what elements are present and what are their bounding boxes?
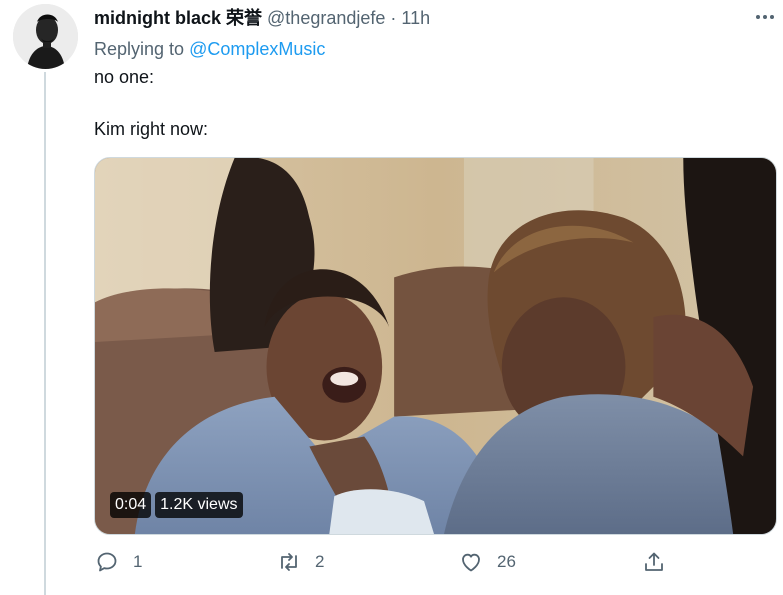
timestamp[interactable]: 11h [401, 8, 430, 28]
video-frame [95, 158, 776, 534]
retweet-button[interactable]: 2 [277, 550, 324, 574]
share-button[interactable] [642, 550, 666, 574]
like-button[interactable]: 26 [459, 550, 516, 574]
more-horizontal-icon [756, 15, 760, 19]
avatar-image [13, 4, 78, 69]
replying-to-link[interactable]: @ComplexMusic [189, 39, 325, 59]
retweet-count: 2 [315, 552, 325, 571]
video-overlay-badges: 0:04 1.2K views [110, 492, 243, 518]
more-horizontal-icon-dot [763, 15, 767, 19]
more-options-button[interactable] [752, 6, 778, 28]
video-view-count: 1.2K views [155, 492, 243, 518]
tweet-actions: 1 2 26 [0, 550, 783, 584]
tweet-header: midnight black 荣誉 @thegrandjefe · 11h [94, 7, 430, 29]
video-duration: 0:04 [110, 492, 152, 518]
reply-count: 1 [133, 552, 143, 571]
display-name[interactable]: midnight black 荣誉 [94, 8, 262, 28]
more-horizontal-icon-dot [770, 15, 774, 19]
tweet-text-line-1: no one: [94, 67, 155, 87]
thread-connector-line [44, 72, 46, 595]
avatar[interactable] [13, 4, 78, 69]
retweet-icon [281, 553, 297, 571]
separator-dot: · [390, 8, 397, 28]
reply-icon [97, 552, 117, 572]
user-handle[interactable]: @thegrandjefe [267, 8, 385, 28]
video-player[interactable] [94, 157, 777, 535]
tweet-text-line-2: Kim right now: [94, 119, 209, 139]
heart-icon [462, 553, 480, 572]
like-count: 26 [497, 552, 516, 571]
reply-button[interactable]: 1 [95, 550, 142, 574]
tweet[interactable]: midnight black 荣誉 @thegrandjefe · 11h Re… [0, 0, 783, 595]
replying-to-prefix: Replying to [94, 39, 185, 59]
share-icon [645, 552, 663, 571]
replying-to-line: Replying to @ComplexMusic [94, 38, 325, 60]
